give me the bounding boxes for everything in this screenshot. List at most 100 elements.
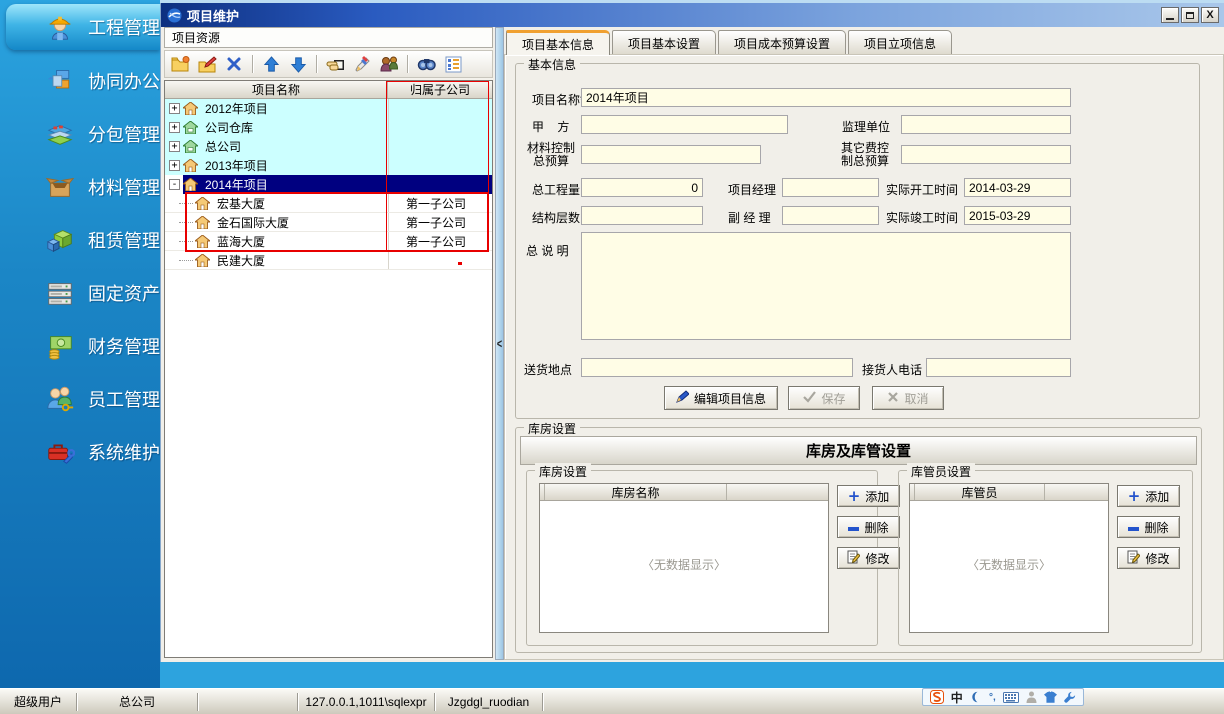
- group-legend: 库管员设置: [907, 463, 975, 480]
- tree-row[interactable]: 蓝海大厦 第一子公司: [165, 232, 492, 251]
- quantity-input[interactable]: [581, 178, 703, 197]
- move-down-button[interactable]: [287, 53, 309, 75]
- move-up-button[interactable]: [260, 53, 282, 75]
- sidebar-item-fixed-assets[interactable]: 固定资产: [0, 270, 160, 316]
- column-header-project-name[interactable]: 项目名称: [165, 81, 388, 98]
- layers-icon: [44, 118, 76, 150]
- keeper-grid[interactable]: 库管员 〈无数据显示〉: [909, 483, 1109, 633]
- users-button[interactable]: [378, 53, 400, 75]
- warehouse-modify-button[interactable]: 修改: [837, 547, 900, 569]
- save-button[interactable]: 保存: [788, 386, 860, 410]
- column-header-subsidiary[interactable]: 归属子公司: [388, 81, 492, 98]
- project-name-input[interactable]: [581, 88, 1071, 107]
- pencil-eraser-button[interactable]: [351, 53, 373, 75]
- subsidiary-cell: [388, 118, 492, 137]
- button-label: 删除: [1144, 519, 1168, 536]
- sidebar-item-subcontract-management[interactable]: 分包管理: [0, 111, 160, 157]
- tab-project-basic-settings[interactable]: 项目基本设置: [612, 30, 716, 55]
- keyboard-icon[interactable]: [1003, 692, 1019, 703]
- expand-toggle[interactable]: +: [169, 103, 180, 114]
- hand-pointer-button[interactable]: [324, 53, 346, 75]
- report-button[interactable]: [442, 53, 464, 75]
- tree-row[interactable]: 金石国际大厦 第一子公司: [165, 213, 492, 232]
- check-icon: [802, 390, 816, 406]
- tab-project-cost-budget-settings[interactable]: 项目成本预算设置: [718, 30, 846, 55]
- sidebar-item-lease-management[interactable]: 租赁管理: [0, 217, 160, 263]
- actual-start-label: 实际开工时间: [886, 181, 958, 198]
- wrench-icon[interactable]: [1064, 691, 1076, 703]
- tree-row[interactable]: +总公司: [165, 137, 492, 156]
- moon-icon[interactable]: [970, 691, 982, 703]
- material-budget-input[interactable]: [581, 145, 761, 164]
- ime-chinese-mode[interactable]: 中: [951, 689, 963, 706]
- person-icon[interactable]: [1026, 691, 1037, 703]
- edit-node-button[interactable]: [196, 53, 218, 75]
- sidebar-item-material-management[interactable]: 材料管理: [0, 164, 160, 210]
- tree-row[interactable]: +2012年项目: [165, 99, 492, 118]
- sidebar-item-label: 租赁管理: [88, 227, 160, 253]
- sidebar-item-finance-management[interactable]: 财务管理: [0, 323, 160, 369]
- warehouse-delete-button[interactable]: 删除: [837, 516, 900, 538]
- project-manager-input[interactable]: [782, 178, 879, 197]
- tree-row[interactable]: +公司仓库: [165, 118, 492, 137]
- sidebar-item-system-maintenance[interactable]: 系统维护: [0, 429, 160, 475]
- sidebar-item-collaboration-office[interactable]: 协同办公: [0, 58, 160, 104]
- expand-toggle[interactable]: +: [169, 141, 180, 152]
- keeper-modify-button[interactable]: 修改: [1117, 547, 1180, 569]
- keeper-add-button[interactable]: + 添加: [1117, 485, 1180, 507]
- tree-row[interactable]: 民建大厦: [165, 251, 492, 270]
- tab-project-initiation-info[interactable]: 项目立项信息: [848, 30, 952, 55]
- warehouse-keeper-group: 库管员设置 库管员 〈无数据显示〉 +添加 删除 修改: [898, 470, 1193, 646]
- receiver-phone-input[interactable]: [926, 358, 1071, 377]
- menu-project-resource[interactable]: 项目资源: [172, 29, 220, 46]
- column-header-keeper[interactable]: 库管员: [915, 484, 1045, 500]
- tab-project-basic-info[interactable]: 项目基本信息: [506, 30, 610, 55]
- plus-icon: +: [1128, 490, 1141, 502]
- sidebar-item-employee-management[interactable]: 员工管理: [0, 376, 160, 422]
- maximize-button[interactable]: [1181, 7, 1199, 23]
- tree-row[interactable]: 宏基大厦 第一子公司: [165, 194, 492, 213]
- minimize-button[interactable]: [1161, 7, 1179, 23]
- warehouse-add-button[interactable]: +添加: [837, 485, 900, 507]
- cancel-button[interactable]: 取消: [872, 386, 944, 410]
- supervisor-input[interactable]: [901, 115, 1071, 134]
- floors-input[interactable]: [581, 206, 703, 225]
- tree-menubar: 项目资源: [164, 27, 493, 48]
- actual-start-input[interactable]: [964, 178, 1071, 197]
- party-a-input[interactable]: [581, 115, 788, 134]
- warehouse-grid[interactable]: 库房名称 〈无数据显示〉: [539, 483, 829, 633]
- add-node-button[interactable]: [169, 53, 191, 75]
- find-button[interactable]: [415, 53, 437, 75]
- tree-row[interactable]: +2013年项目: [165, 156, 492, 175]
- expand-toggle[interactable]: +: [169, 122, 180, 133]
- basic-info-group: 基本信息 项目名称* 甲 方 监理单位 材料控制总预算 其它费控制总预算 总工程…: [515, 63, 1200, 419]
- ime-punctuation-mode[interactable]: °,: [989, 692, 996, 703]
- sogou-icon[interactable]: [930, 690, 944, 704]
- other-budget-input[interactable]: [901, 145, 1071, 164]
- close-button[interactable]: X: [1201, 7, 1219, 23]
- button-label: 删除: [864, 519, 888, 536]
- status-company: 总公司: [77, 692, 197, 712]
- expand-toggle[interactable]: +: [169, 160, 180, 171]
- delivery-address-input[interactable]: [581, 358, 853, 377]
- button-label: 添加: [1145, 488, 1169, 505]
- collapse-arrow-icon[interactable]: <: [497, 337, 502, 351]
- description-textarea[interactable]: [581, 232, 1071, 340]
- panel-splitter[interactable]: <: [495, 27, 504, 660]
- tree-node-label: 2013年项目: [202, 156, 271, 175]
- sidebar-item-label: 分包管理: [88, 121, 160, 147]
- supervisor-label: 监理单位: [842, 118, 890, 135]
- delete-node-button[interactable]: [223, 53, 245, 75]
- project-maintenance-window: 项目维护 X 项目资源: [160, 3, 1224, 662]
- sidebar-item-project-management[interactable]: 工程管理: [6, 4, 160, 50]
- keeper-delete-button[interactable]: 删除: [1117, 516, 1180, 538]
- deputy-manager-input[interactable]: [782, 206, 879, 225]
- window-titlebar: 项目维护 X: [161, 3, 1224, 27]
- party-a-label: 甲 方: [532, 118, 569, 135]
- column-header-warehouse-name[interactable]: 库房名称: [545, 484, 727, 500]
- shirt-icon[interactable]: [1044, 691, 1057, 703]
- actual-end-input[interactable]: [964, 206, 1071, 225]
- tree-row-selected[interactable]: -2014年项目: [165, 175, 492, 194]
- collapse-toggle[interactable]: -: [169, 179, 180, 190]
- edit-project-info-button[interactable]: 编辑项目信息: [664, 386, 778, 410]
